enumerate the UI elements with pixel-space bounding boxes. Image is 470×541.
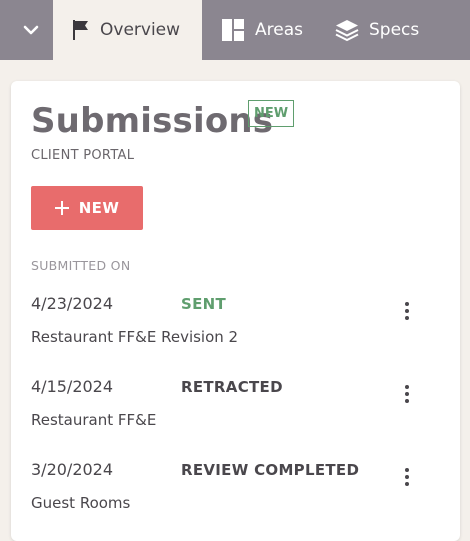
page-subtitle: CLIENT PORTAL [31, 148, 135, 163]
tab-areas[interactable]: Areas [202, 0, 316, 60]
chevron-down-icon [23, 25, 39, 35]
submission-date: 3/20/2024 [31, 460, 114, 479]
layout-icon [221, 18, 245, 42]
submission-status: REVIEW COMPLETED [181, 461, 360, 479]
submission-date: 4/23/2024 [31, 294, 114, 313]
page-title: Submissions [31, 101, 274, 141]
plus-icon [54, 201, 69, 215]
top-navigation-bar: Overview Areas Specs [0, 0, 470, 60]
more-options-icon[interactable] [397, 298, 417, 324]
new-submission-button[interactable]: NEW [31, 186, 143, 230]
tab-specs-label: Specs [369, 20, 420, 40]
tab-overview-label: Overview [100, 20, 181, 40]
new-button-label: NEW [78, 199, 120, 217]
layers-icon [335, 18, 359, 42]
submission-name: Restaurant FF&E [31, 411, 157, 429]
submission-row[interactable]: 4/23/2024 SENT Restaurant FF&E Revision … [31, 294, 441, 364]
submission-name: Restaurant FF&E Revision 2 [31, 328, 239, 346]
more-options-icon[interactable] [397, 381, 417, 407]
tab-specs[interactable]: Specs [316, 0, 436, 60]
new-badge: NEW [248, 100, 294, 127]
tab-overview[interactable]: Overview [53, 0, 202, 60]
submission-row[interactable]: 3/20/2024 REVIEW COMPLETED Guest Rooms [31, 460, 441, 530]
tab-areas-label: Areas [255, 20, 303, 40]
flag-icon [72, 19, 90, 41]
more-options-icon[interactable] [397, 464, 417, 490]
submission-date: 4/15/2024 [31, 377, 114, 396]
submitted-on-label: SUBMITTED ON [31, 258, 131, 273]
submissions-card: Submissions NEW CLIENT PORTAL NEW SUBMIT… [11, 81, 460, 541]
submission-row[interactable]: 4/15/2024 RETRACTED Restaurant FF&E [31, 377, 441, 447]
submission-name: Guest Rooms [31, 494, 131, 512]
submission-status: RETRACTED [181, 378, 283, 396]
submission-status: SENT [181, 295, 227, 313]
